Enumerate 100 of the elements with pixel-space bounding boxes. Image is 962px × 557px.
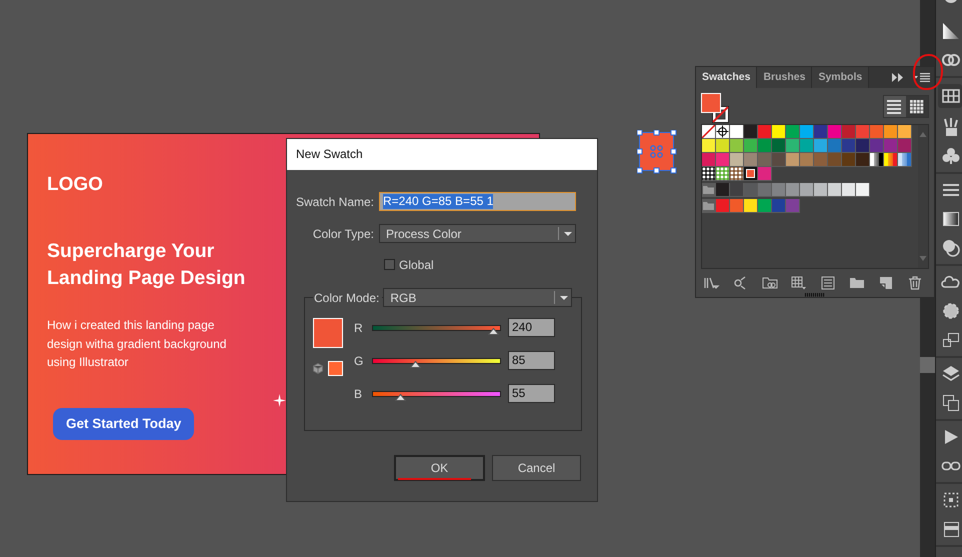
trash-icon[interactable]	[907, 275, 923, 292]
swatch[interactable]	[772, 139, 785, 152]
color-type-dropdown[interactable]: Process Color	[379, 224, 576, 243]
gradient-swatch[interactable]	[898, 153, 911, 166]
gradient-swatch[interactable]	[884, 153, 897, 166]
swatch[interactable]	[758, 139, 771, 152]
registration-swatch[interactable]	[716, 125, 729, 138]
slider-thumb[interactable]	[488, 328, 498, 334]
swatch-name-field[interactable]: R=240 G=85 B=55 1	[379, 192, 576, 211]
swatch[interactable]	[744, 199, 757, 212]
club-icon[interactable]	[941, 146, 961, 166]
swatch[interactable]	[856, 139, 869, 152]
swatch[interactable]	[758, 153, 771, 166]
swatch[interactable]	[786, 199, 799, 212]
swatch[interactable]	[884, 139, 897, 152]
grid-menu-icon[interactable]	[791, 275, 807, 292]
swatch[interactable]	[758, 199, 771, 212]
swatch[interactable]	[800, 139, 813, 152]
get-started-button[interactable]: Get Started Today	[53, 408, 194, 440]
list-view-icon[interactable]	[884, 96, 906, 117]
swatch[interactable]	[730, 139, 743, 152]
swatch[interactable]	[828, 153, 841, 166]
swatch[interactable]	[716, 139, 729, 152]
global-checkbox[interactable]	[384, 259, 395, 270]
swatch[interactable]	[772, 183, 785, 196]
swatch[interactable]	[758, 125, 771, 138]
swatch[interactable]	[702, 139, 715, 152]
list-options-icon[interactable]	[820, 275, 836, 292]
swatch[interactable]	[856, 153, 869, 166]
swatch[interactable]	[870, 139, 883, 152]
swatch[interactable]	[828, 183, 841, 196]
color-mode-dropdown[interactable]: RGB	[383, 288, 572, 307]
swatch[interactable]	[814, 183, 827, 196]
pattern-swatch[interactable]	[702, 167, 715, 180]
copy-squares-icon[interactable]	[941, 393, 961, 413]
swatch[interactable]	[702, 153, 715, 166]
swatch[interactable]	[758, 167, 771, 180]
swatch[interactable]	[730, 199, 743, 212]
scroll-thumb[interactable]	[920, 357, 935, 373]
artboards-icon[interactable]	[941, 330, 961, 350]
swatch[interactable]	[716, 183, 729, 196]
value-field[interactable]: 55	[508, 384, 555, 403]
fill-stroke-icon[interactable]	[701, 93, 730, 124]
cloud-folder-icon[interactable]	[762, 275, 778, 292]
swatch[interactable]	[786, 125, 799, 138]
swatch[interactable]	[772, 125, 785, 138]
dashed-circle-icon[interactable]	[941, 301, 961, 321]
layers-icon[interactable]	[941, 364, 961, 384]
resize-grip-icon[interactable]	[804, 293, 826, 297]
new-swatch-icon[interactable]	[878, 275, 894, 292]
ok-button[interactable]: OK	[394, 455, 485, 481]
swatch[interactable]	[842, 125, 855, 138]
swatch[interactable]	[716, 153, 729, 166]
swatch[interactable]	[884, 125, 897, 138]
panel-tab[interactable]: Brushes	[757, 67, 812, 88]
swatch[interactable]	[842, 153, 855, 166]
panel-icon[interactable]	[941, 519, 961, 539]
panel-tab[interactable]: Swatches	[696, 67, 758, 88]
swatch[interactable]	[786, 139, 799, 152]
swatch[interactable]	[856, 183, 869, 196]
swatch[interactable]	[744, 183, 757, 196]
swatch[interactable]	[758, 183, 771, 196]
swatch[interactable]	[744, 125, 757, 138]
web-safe-swatch[interactable]	[328, 361, 343, 376]
swatch[interactable]	[800, 125, 813, 138]
menu-icon[interactable]	[914, 73, 931, 82]
library-icon[interactable]	[704, 275, 720, 292]
swatch[interactable]	[744, 153, 757, 166]
swatch[interactable]	[814, 153, 827, 166]
brushes-icon[interactable]	[941, 117, 961, 137]
dashed-square-icon[interactable]	[941, 490, 961, 510]
swatch[interactable]	[856, 125, 869, 138]
swatch[interactable]	[800, 183, 813, 196]
swatch[interactable]	[716, 199, 729, 212]
value-field[interactable]: 240	[508, 318, 555, 337]
pattern-swatch[interactable]	[716, 167, 729, 180]
swatch[interactable]	[786, 183, 799, 196]
swatch[interactable]	[842, 183, 855, 196]
swatch[interactable]	[772, 199, 785, 212]
value-field[interactable]: 85	[508, 351, 555, 370]
swatch[interactable]	[800, 153, 813, 166]
swatch[interactable]	[828, 125, 841, 138]
swatch[interactable]	[730, 153, 743, 166]
grid-view-icon[interactable]	[906, 96, 928, 117]
swatch[interactable]	[744, 167, 757, 180]
none-swatch[interactable]	[702, 125, 715, 138]
folder-icon[interactable]	[702, 199, 715, 212]
swatch[interactable]	[786, 153, 799, 166]
toolbar-button[interactable]	[938, 84, 962, 108]
slider-thumb[interactable]	[395, 394, 406, 400]
swatch[interactable]	[730, 125, 743, 138]
double-arrow-icon[interactable]	[892, 73, 904, 82]
transparency-icon[interactable]	[941, 238, 961, 258]
cancel-button[interactable]: Cancel	[492, 455, 581, 481]
pattern-swatch[interactable]	[730, 167, 743, 180]
swatch[interactable]	[814, 139, 827, 152]
swatch[interactable]	[814, 125, 827, 138]
swatch[interactable]	[870, 125, 883, 138]
gradient-icon[interactable]	[941, 209, 961, 229]
gradient-swatch[interactable]	[870, 153, 883, 166]
